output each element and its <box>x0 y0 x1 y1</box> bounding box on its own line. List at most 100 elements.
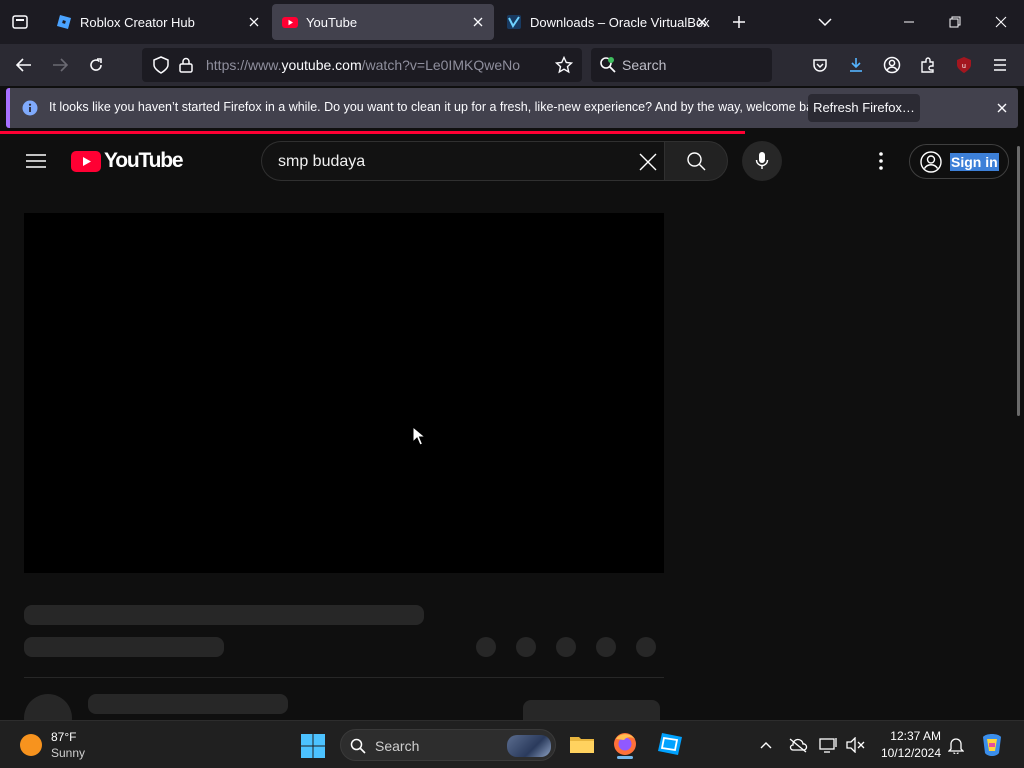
puzzle-icon <box>921 57 934 73</box>
close-window-button[interactable] <box>978 0 1024 44</box>
account-circle-icon <box>920 151 942 173</box>
reload-icon <box>90 58 102 71</box>
clock-time[interactable]: 12:37 AM <box>889 729 941 743</box>
volume-tray-button[interactable] <box>845 735 865 755</box>
list-all-tabs-button[interactable] <box>812 9 838 35</box>
microphone-icon <box>755 152 769 169</box>
hamburger-menu-icon <box>26 154 46 168</box>
folder-icon <box>570 737 594 753</box>
account-icon <box>883 56 901 74</box>
extensions-button[interactable] <box>914 51 942 79</box>
chevron-up-icon <box>760 742 772 749</box>
svg-text:u: u <box>962 63 966 70</box>
forward-button[interactable] <box>46 51 74 79</box>
taskbar-search-label: Search <box>375 738 420 754</box>
start-button[interactable] <box>300 733 326 759</box>
tab-roblox-creator-hub[interactable]: Roblox Creator Hub <box>46 4 270 40</box>
browser-tab-strip: Roblox Creator Hub YouTube Downloads – O… <box>0 0 1024 44</box>
windows-taskbar: 87°F Sunny Search 12:37 AM 10/12/2024 <box>0 720 1024 768</box>
onedrive-tray-button[interactable] <box>788 735 808 755</box>
virtualbox-icon <box>506 14 522 30</box>
notifications-button[interactable] <box>946 735 966 755</box>
settings-more-button[interactable] <box>869 149 893 173</box>
copilot-button[interactable] <box>978 731 1006 759</box>
youtube-page: YouTube smp budaya Sign in <box>0 134 1024 742</box>
network-tray-button[interactable] <box>819 735 839 755</box>
youtube-search-input[interactable]: smp budaya <box>261 141 665 181</box>
roblox-studio-app[interactable] <box>655 729 685 759</box>
minimize-button[interactable] <box>886 0 932 44</box>
address-bar[interactable]: https://www.youtube.com/watch?v=Le0IMKQw… <box>142 48 582 82</box>
sign-in-button[interactable]: Sign in <box>909 144 1009 179</box>
refresh-firefox-button[interactable]: Refresh Firefox… <box>808 94 920 122</box>
description-skeleton <box>88 694 288 714</box>
sun-weather-icon[interactable] <box>20 734 42 756</box>
tab-youtube[interactable]: YouTube <box>272 4 494 40</box>
youtube-logo[interactable]: YouTube <box>71 149 184 173</box>
firefox-view-button[interactable] <box>6 8 34 36</box>
tab-virtualbox-downloads[interactable]: Downloads – Oracle VirtualBox <box>496 4 718 40</box>
restore-button[interactable] <box>932 0 978 44</box>
voice-search-button[interactable] <box>742 141 782 181</box>
back-button[interactable] <box>10 51 38 79</box>
info-icon <box>22 100 38 116</box>
youtube-search-button[interactable] <box>664 141 728 181</box>
download-icon <box>850 58 862 72</box>
ublock-extension-button[interactable]: u <box>950 51 978 79</box>
active-app-indicator <box>617 756 633 759</box>
tracking-protection-shield-icon[interactable] <box>152 56 170 74</box>
app-menu-button[interactable] <box>986 51 1014 79</box>
search-icon <box>349 737 367 755</box>
windows-logo-icon <box>301 734 325 758</box>
taskbar-search-box[interactable]: Search <box>340 729 556 761</box>
arrow-right-icon <box>53 58 68 72</box>
new-tab-button[interactable] <box>726 9 752 35</box>
youtube-logo-icon <box>71 150 101 172</box>
video-player[interactable] <box>24 213 664 573</box>
close-tab-icon[interactable] <box>246 14 262 30</box>
guide-menu-button[interactable] <box>24 149 48 173</box>
bookmark-star-icon[interactable] <box>554 55 574 75</box>
sign-in-label: Sign in <box>950 152 999 171</box>
hamburger-menu-icon <box>994 59 1006 71</box>
clock-date[interactable]: 10/12/2024 <box>877 746 941 760</box>
url-text[interactable]: https://www.youtube.com/watch?v=Le0IMKQw… <box>206 57 524 73</box>
lock-icon[interactable] <box>178 56 194 74</box>
clear-search-icon[interactable] <box>636 150 660 174</box>
firefox-refresh-notification: It looks like you haven’t started Firefo… <box>6 88 1018 128</box>
vertical-dots-icon <box>879 152 883 170</box>
tab-title: Roblox Creator Hub <box>80 15 195 30</box>
divider <box>24 677 664 678</box>
action-skeleton-dot <box>636 637 656 657</box>
minimize-icon <box>904 21 914 23</box>
search-engine-icon[interactable] <box>599 56 617 74</box>
url-prefix: https://www. <box>206 57 282 73</box>
weather-condition[interactable]: Sunny <box>51 746 85 760</box>
firefox-app[interactable] <box>610 729 640 759</box>
close-tab-icon[interactable] <box>470 14 486 30</box>
search-query: smp budaya <box>278 153 366 170</box>
show-hidden-icons-button[interactable] <box>756 735 776 755</box>
weather-temperature[interactable]: 87°F <box>51 730 76 744</box>
channel-skeleton <box>24 637 224 657</box>
close-tab-icon[interactable] <box>694 14 710 30</box>
restore-icon <box>949 16 961 28</box>
downloads-button[interactable] <box>842 51 870 79</box>
reload-button[interactable] <box>82 51 110 79</box>
bell-icon <box>948 738 964 754</box>
cloud-offline-icon <box>789 738 808 753</box>
close-notification-icon[interactable] <box>994 100 1010 116</box>
mouse-cursor-icon <box>412 426 426 446</box>
file-explorer-app[interactable] <box>567 729 597 759</box>
pocket-button[interactable] <box>806 51 834 79</box>
page-scrollbar[interactable] <box>1017 146 1020 416</box>
search-bar[interactable]: Search <box>591 48 772 82</box>
action-skeleton-dot <box>556 637 576 657</box>
account-button[interactable] <box>878 51 906 79</box>
search-icon <box>665 142 727 180</box>
notification-message: It looks like you haven’t started Firefo… <box>49 100 830 114</box>
navigation-toolbar: https://www.youtube.com/watch?v=Le0IMKQw… <box>0 44 1024 105</box>
firefox-icon <box>614 733 636 755</box>
chevron-down-icon <box>818 18 832 27</box>
volume-muted-icon <box>846 737 865 753</box>
